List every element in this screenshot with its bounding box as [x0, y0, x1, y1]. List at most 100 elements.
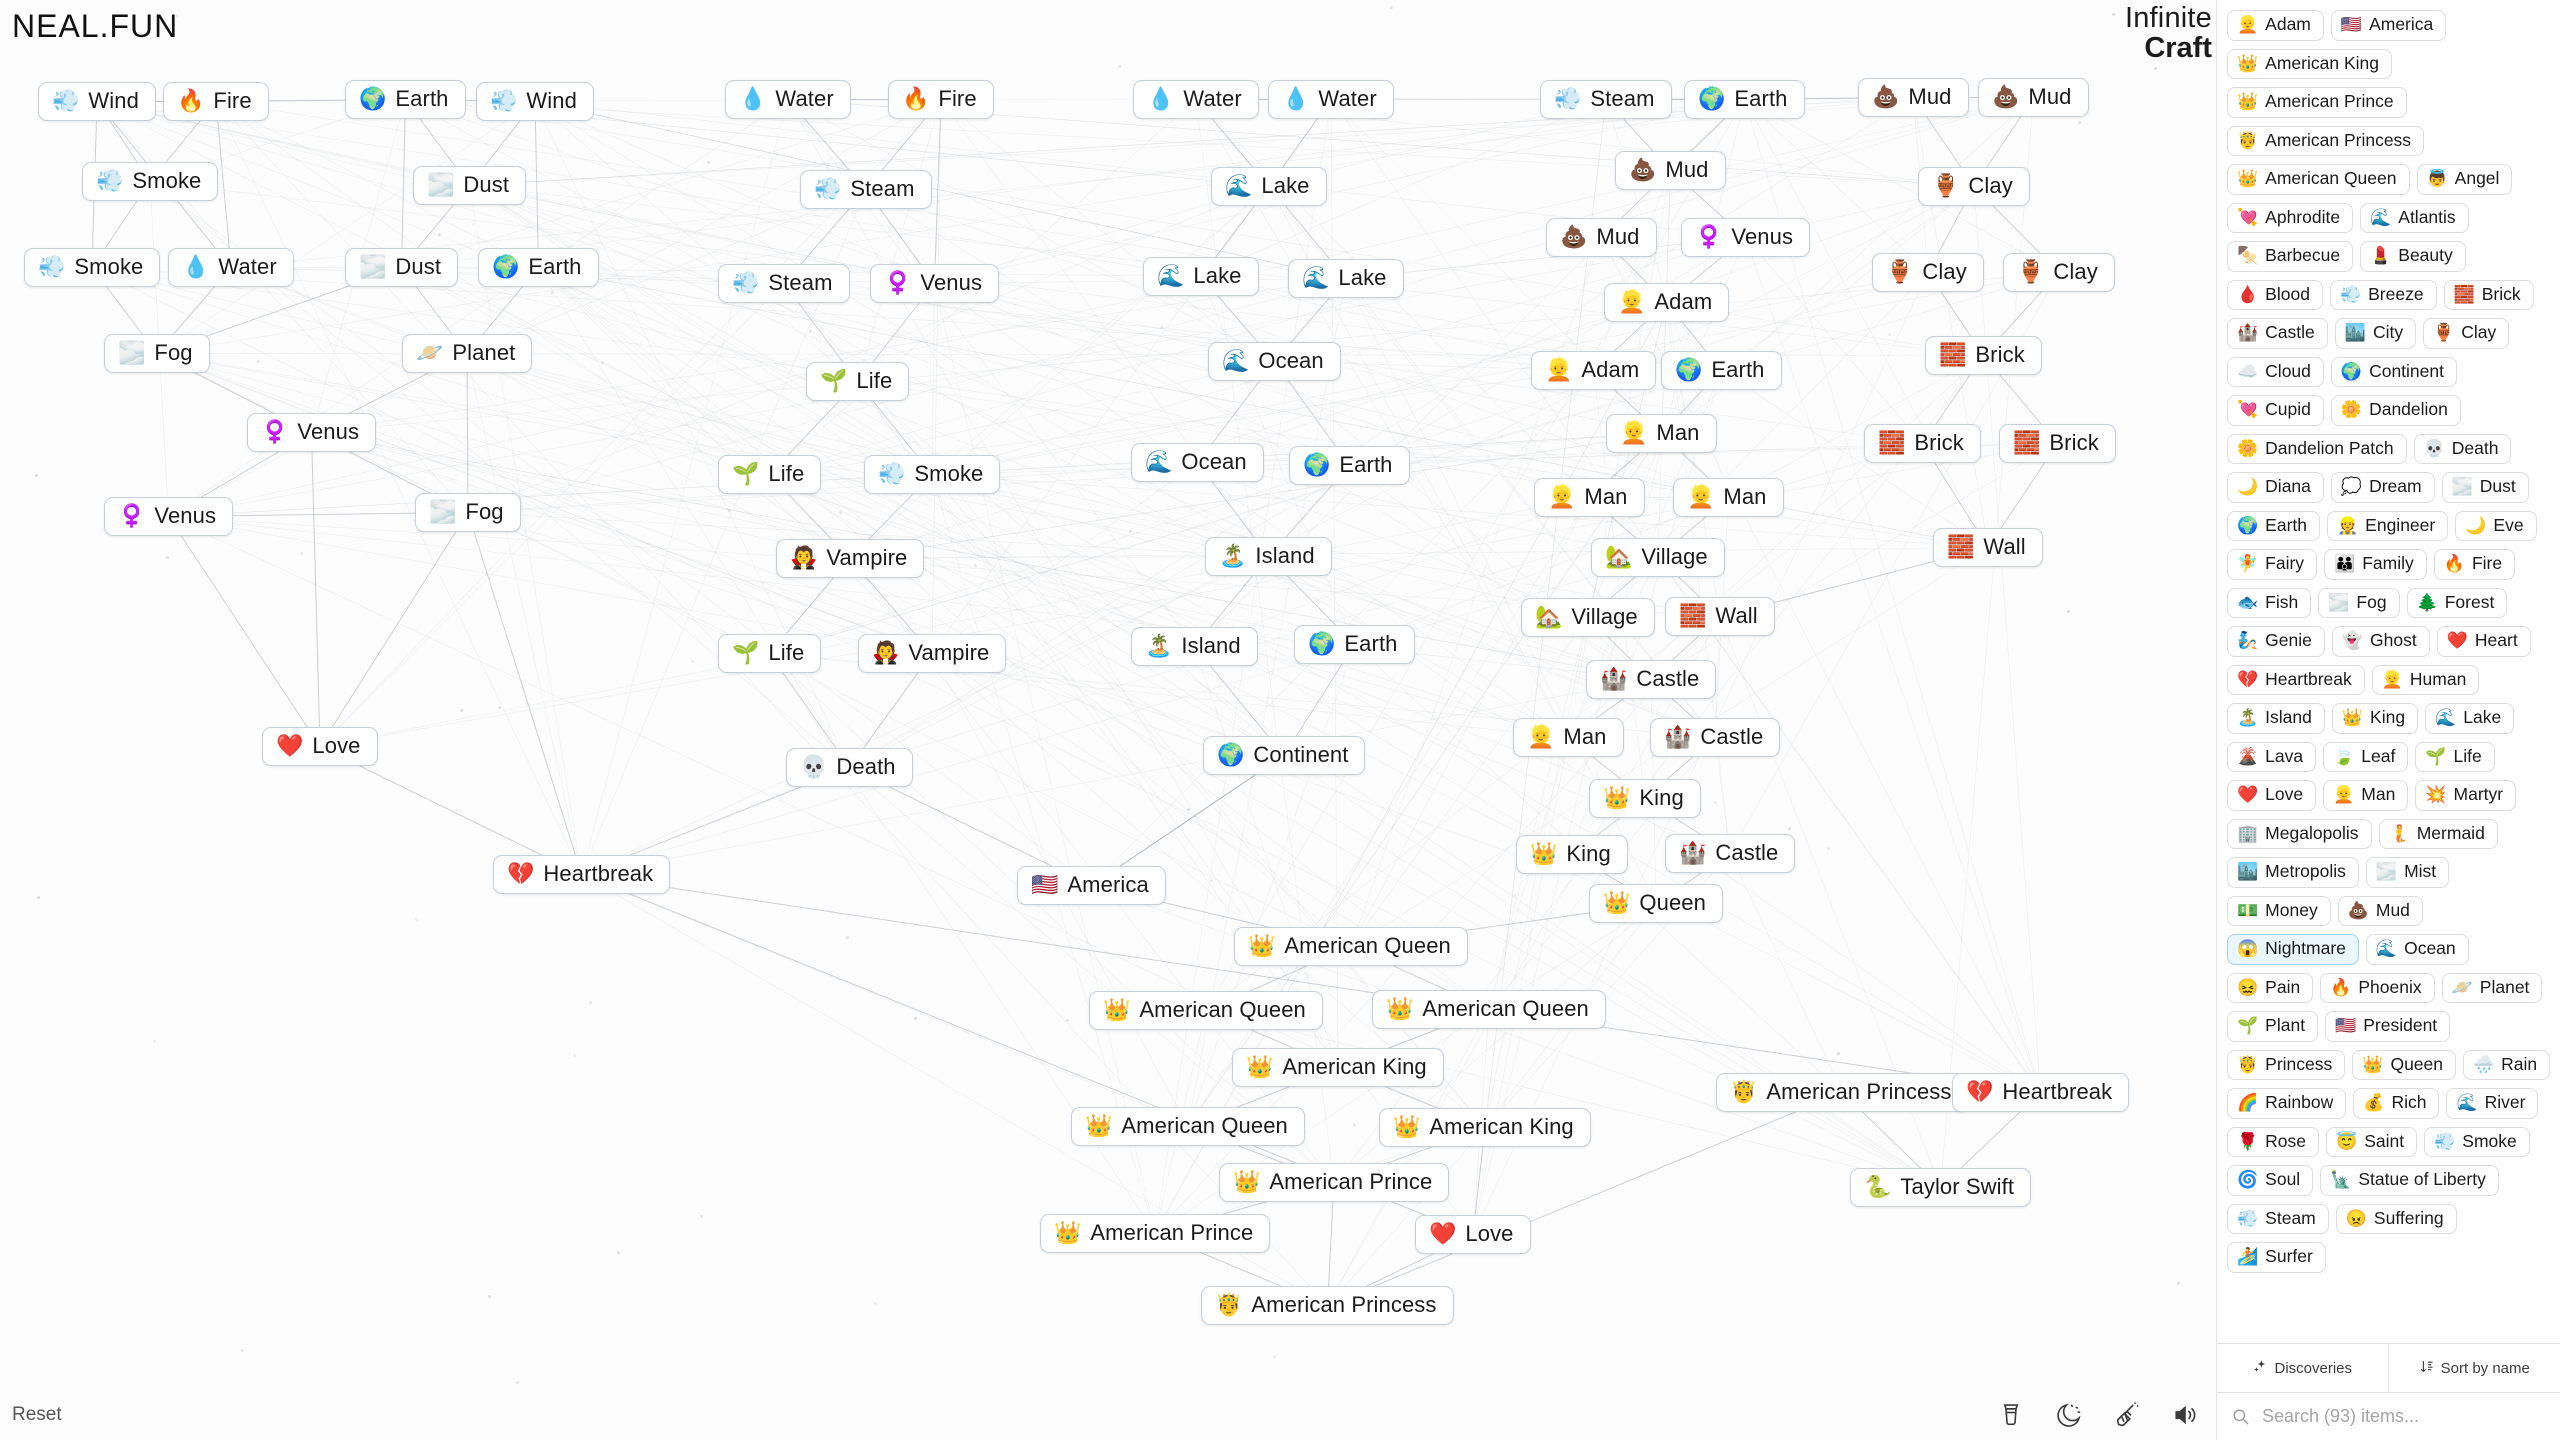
canvas-node[interactable]: 🔥 Fire: [888, 80, 994, 119]
canvas-node[interactable]: 🌱 Life: [806, 362, 910, 401]
sidebar-item[interactable]: 🏢 Megalopolis: [2227, 818, 2372, 849]
canvas-node[interactable]: ♀️ Venus: [247, 413, 377, 452]
sidebar-item[interactable]: 🌊 River: [2446, 1088, 2539, 1119]
canvas-node[interactable]: ♀️ Venus: [870, 264, 1000, 303]
sidebar-item[interactable]: 💘 Aphrodite: [2227, 202, 2354, 233]
canvas-node[interactable]: 🌊 Ocean: [1208, 342, 1341, 381]
canvas-node[interactable]: 🏝️ Island: [1131, 627, 1258, 666]
canvas-node[interactable]: 👑 American Queen: [1372, 990, 1606, 1029]
sidebar-item[interactable]: 🤴 American Princess: [2227, 125, 2425, 156]
sidebar-item[interactable]: 🏄 Surfer: [2227, 1242, 2326, 1273]
search-bar[interactable]: [2217, 1392, 2560, 1440]
sidebar-item[interactable]: 💰 Rich: [2353, 1088, 2440, 1119]
sidebar-item[interactable]: 🌲 Forest: [2406, 587, 2508, 618]
canvas-node[interactable]: 🧛 Vampire: [776, 539, 925, 578]
canvas-node[interactable]: 👑 American King: [1379, 1108, 1591, 1147]
sidebar-item[interactable]: 🔥 Fire: [2433, 549, 2516, 580]
canvas-node[interactable]: 💀 Death: [786, 748, 913, 787]
canvas-node[interactable]: 🌫️ Fog: [104, 334, 210, 373]
canvas-node[interactable]: 🌊 Ocean: [1131, 443, 1264, 482]
canvas-node[interactable]: 👑 American Queen: [1089, 991, 1323, 1030]
sort-by-name-button[interactable]: Sort by name: [2389, 1344, 2560, 1392]
canvas-node[interactable]: 🔥 Fire: [163, 82, 269, 121]
sidebar-item[interactable]: 🧞 Genie: [2227, 626, 2325, 657]
discoveries-button[interactable]: Discoveries: [2217, 1344, 2389, 1392]
sidebar-item[interactable]: 🇺🇸 President: [2325, 1011, 2451, 1042]
item-list[interactable]: 👱 Adam 🇺🇸 America 👑 American King 👑 American Pr…: [2217, 0, 2560, 1343]
canvas-node[interactable]: 🌍 Earth: [1661, 351, 1782, 390]
canvas-node[interactable]: 💔 Heartbreak: [1952, 1073, 2130, 1112]
canvas-node[interactable]: 🌍 Earth: [478, 248, 599, 287]
canvas-node[interactable]: 👱 Man: [1673, 478, 1784, 517]
sidebar-item[interactable]: 🤴 Princess: [2227, 1049, 2346, 1080]
canvas-node[interactable]: 🇺🇸 America: [1017, 866, 1166, 905]
canvas-node[interactable]: 🏰 Castle: [1650, 718, 1781, 757]
sidebar-item[interactable]: 🏙️ Metropolis: [2227, 857, 2359, 888]
sidebar-item[interactable]: 🌼 Dandelion Patch: [2227, 433, 2407, 464]
sidebar-item[interactable]: 💵 Money: [2227, 895, 2331, 926]
sidebar-item[interactable]: 💨 Steam: [2227, 1203, 2329, 1234]
canvas-node[interactable]: 🌱 Life: [718, 455, 822, 494]
sidebar-item[interactable]: 👱 Human: [2371, 664, 2480, 695]
canvas-node[interactable]: 🧱 Wall: [1933, 528, 2043, 567]
sidebar-item[interactable]: ☁️ Cloud: [2227, 356, 2324, 387]
canvas-node[interactable]: 👑 American Prince: [1219, 1163, 1450, 1202]
sidebar-item[interactable]: 🌱 Plant: [2227, 1011, 2319, 1042]
canvas-node[interactable]: ♀️ Venus: [1681, 218, 1811, 257]
sidebar-item[interactable]: 🧚 Fairy: [2227, 549, 2318, 580]
sidebar-item[interactable]: 👑 Queen: [2352, 1049, 2456, 1080]
canvas-node[interactable]: 🏰 Castle: [1586, 660, 1717, 699]
canvas-node[interactable]: 🌫️ Dust: [345, 248, 459, 287]
canvas-node[interactable]: 💨 Steam: [800, 170, 932, 209]
broom-icon[interactable]: [2112, 1400, 2142, 1430]
sidebar-item[interactable]: 🌊 Ocean: [2365, 934, 2469, 965]
sidebar-item[interactable]: 🐟 Fish: [2227, 587, 2312, 618]
sidebar-item[interactable]: 👱 Adam: [2227, 10, 2324, 41]
canvas-node[interactable]: 👑 American Prince: [1040, 1214, 1271, 1253]
sidebar-item[interactable]: 🇺🇸 America: [2330, 10, 2447, 41]
sidebar-item[interactable]: 💥 Martyr: [2415, 780, 2517, 811]
sidebar-item[interactable]: 💭 Dream: [2330, 472, 2435, 503]
sidebar-item[interactable]: 😇 Saint: [2326, 1126, 2418, 1157]
canvas-node[interactable]: 👑 American King: [1232, 1048, 1444, 1087]
canvas-node[interactable]: 💩 Mud: [1858, 78, 1969, 117]
canvas-node[interactable]: 🤴 American Princess: [1716, 1073, 1969, 1112]
sidebar-item[interactable]: 🌫️ Mist: [2365, 857, 2450, 888]
sidebar-item[interactable]: 💨 Smoke: [2424, 1126, 2530, 1157]
canvas-node[interactable]: 🏝️ Island: [1205, 537, 1332, 576]
canvas-node[interactable]: ❤️ Love: [1415, 1215, 1531, 1254]
canvas-node[interactable]: 👑 American Queen: [1234, 927, 1468, 966]
canvas-node[interactable]: 🌫️ Dust: [413, 166, 527, 205]
sidebar-item[interactable]: 🌫️ Dust: [2441, 472, 2529, 503]
sidebar-item[interactable]: 🔥 Phoenix: [2320, 972, 2435, 1003]
reset-button[interactable]: Reset: [12, 1404, 62, 1426]
canvas-node[interactable]: 🧱 Brick: [1925, 336, 2042, 375]
sidebar-item[interactable]: 🌀 Soul: [2227, 1165, 2314, 1196]
canvas-node[interactable]: 💨 Steam: [718, 264, 850, 303]
canvas-node[interactable]: 💩 Mud: [1615, 151, 1726, 190]
canvas-node[interactable]: 👱 Adam: [1604, 283, 1730, 322]
sidebar-item[interactable]: 💀 Death: [2413, 433, 2512, 464]
canvas-node[interactable]: 🏺 Clay: [1918, 167, 2030, 206]
canvas-node[interactable]: 💧 Water: [1133, 80, 1259, 119]
sidebar-item[interactable]: 💩 Mud: [2337, 895, 2423, 926]
sidebar-item[interactable]: 🏙️ City: [2334, 318, 2417, 349]
coffee-icon[interactable]: [1996, 1400, 2026, 1430]
sidebar-item[interactable]: 🌍 Continent: [2330, 356, 2457, 387]
sidebar-item[interactable]: 🌋 Lava: [2227, 741, 2317, 772]
canvas-node[interactable]: 🧱 Brick: [1864, 424, 1981, 463]
canvas-node[interactable]: 💩 Mud: [1978, 78, 2089, 117]
canvas-node[interactable]: 🌊 Lake: [1143, 257, 1259, 296]
canvas-node[interactable]: 👑 King: [1589, 779, 1701, 818]
canvas-node[interactable]: 👱 Man: [1606, 414, 1717, 453]
sidebar-item[interactable]: 🏰 Castle: [2227, 318, 2328, 349]
canvas-node[interactable]: 💧 Water: [725, 80, 851, 119]
sidebar-item[interactable]: 🌫️ Fog: [2318, 587, 2400, 618]
sidebar-item[interactable]: 🧱 Brick: [2443, 279, 2534, 310]
sidebar-item[interactable]: 💘 Cupid: [2227, 395, 2324, 426]
sidebar-item[interactable]: 💨 Breeze: [2329, 279, 2437, 310]
canvas-node[interactable]: 🏡 Village: [1591, 538, 1725, 577]
canvas-node[interactable]: ❤️ Love: [262, 727, 378, 766]
canvas-node[interactable]: 🏡 Village: [1521, 598, 1655, 637]
canvas-node[interactable]: 🏺 Clay: [2003, 253, 2115, 292]
